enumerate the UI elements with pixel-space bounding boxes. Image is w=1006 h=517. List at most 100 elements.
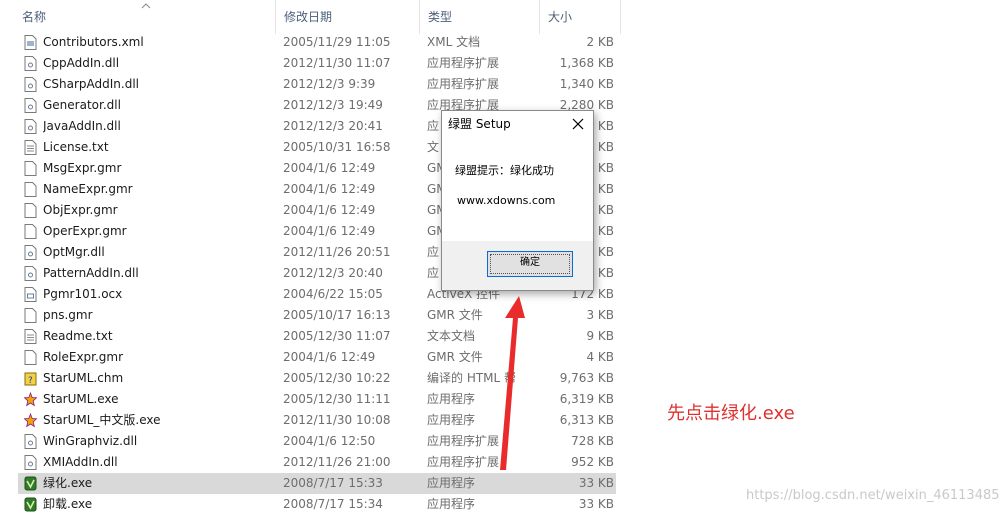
ocx-file-icon: [24, 287, 37, 302]
file-date: 2012/12/3 19:49: [283, 98, 383, 112]
dialog-message: 绿盟提示：绿化成功: [455, 164, 554, 177]
file-row[interactable]: StarUML_中文版.exe 2012/11/30 10:08 应用程序 6,313…: [18, 410, 616, 431]
column-name[interactable]: 名称: [14, 0, 276, 34]
dialog-website: www.xdowns.com: [457, 194, 556, 207]
blank-file-icon: [24, 161, 37, 176]
file-row[interactable]: XMIAddIn.dll 2012/11/26 21:00 应用程序扩展 952 KB: [18, 452, 616, 473]
file-name: JavaAddIn.dll: [43, 119, 121, 133]
file-name: CppAddIn.dll: [43, 56, 120, 70]
dll-file-icon: [24, 455, 37, 470]
file-size: 9 KB: [586, 329, 614, 343]
file-date: 2012/11/26 21:00: [283, 455, 391, 469]
file-size: 1,340 KB: [559, 77, 614, 91]
column-size[interactable]: 大小: [540, 0, 621, 34]
file-size: 6,319 KB: [559, 392, 614, 406]
column-type[interactable]: 类型: [420, 0, 540, 34]
file-date: 2004/1/6 12:50: [283, 434, 376, 448]
file-name: Pgmr101.ocx: [43, 287, 123, 301]
column-date[interactable]: 修改日期: [276, 0, 420, 34]
blank-file-icon: [24, 350, 37, 365]
file-name: StarUML.exe: [43, 392, 119, 406]
file-row[interactable]: WinGraphviz.dll 2004/1/6 12:50 应用程序扩展 728 K…: [18, 431, 616, 452]
file-size: 9,763 KB: [559, 371, 614, 385]
watermark: https://blog.csdn.net/weixin_46113485: [746, 488, 1000, 503]
staruml-exe-icon: [23, 391, 38, 407]
file-row[interactable]: CppAddIn.dll 2012/11/30 11:07 应用程序扩展 1,368 …: [18, 53, 616, 74]
file-name: NameExpr.gmr: [43, 182, 133, 196]
file-row[interactable]: StarUML.exe 2005/12/30 11:11 应用程序 6,319 KB: [18, 389, 616, 410]
file-name: PatternAddIn.dll: [43, 266, 139, 280]
file-date: 2004/1/6 12:49: [283, 161, 376, 175]
xml-file-icon: [24, 35, 37, 50]
dll-file-icon: [24, 119, 37, 134]
text-file-icon: [24, 329, 37, 344]
file-type: 应用程序扩展: [427, 56, 500, 70]
file-row[interactable]: pns.gmr 2005/10/17 16:13 GMR 文件 3 KB: [18, 305, 616, 326]
blank-file-icon: [24, 182, 37, 197]
file-name: Contributors.xml: [43, 35, 144, 49]
file-row[interactable]: Readme.txt 2005/12/30 11:07 文本文档 9 KB: [18, 326, 616, 347]
setup-dialog: 绿盟 Setup 绿盟提示：绿化成功 www.xdowns.com 确定: [441, 110, 594, 291]
file-name: 卸载.exe: [43, 497, 93, 511]
file-row[interactable]: 卸载.exe 2008/7/17 15:34 应用程序 33 KB: [18, 494, 616, 515]
file-date: 2005/12/30 11:11: [283, 392, 391, 406]
file-row[interactable]: CSharpAddIn.dll 2012/12/3 9:39 应用程序扩展 1,340…: [18, 74, 616, 95]
file-type: GMR 文件: [427, 308, 483, 322]
file-date: 2012/12/3 20:41: [283, 119, 383, 133]
file-size: 2 KB: [586, 35, 614, 49]
file-type: 应用程序: [427, 413, 476, 427]
file-size: 952 KB: [571, 455, 614, 469]
ok-button[interactable]: 确定: [487, 251, 573, 277]
dialog-body: 绿盟提示：绿化成功 www.xdowns.com: [442, 138, 593, 241]
dll-file-icon: [24, 98, 37, 113]
file-date: 2012/12/3 20:40: [283, 266, 383, 280]
file-date: 2008/7/17 15:34: [283, 497, 383, 511]
file-row[interactable]: ? StarUML.chm 2005/12/30 10:22 编译的 HTML 帮 9,…: [18, 368, 616, 389]
blank-file-icon: [24, 224, 37, 239]
column-header: 名称 修改日期 类型 大小: [0, 0, 621, 34]
file-row[interactable]: RoleExpr.gmr 2004/1/6 12:49 GMR 文件 4 KB: [18, 347, 616, 368]
file-row[interactable]: Contributors.xml 2005/11/29 11:05 XML 文档 2 …: [18, 32, 616, 53]
staruml-exe-icon: [23, 412, 38, 428]
green-shield-exe-icon: [24, 476, 37, 491]
file-date: 2005/11/29 11:05: [283, 35, 391, 49]
green-shield-exe-icon: [24, 497, 37, 512]
file-name: Readme.txt: [43, 329, 113, 343]
dll-file-icon: [24, 245, 37, 260]
file-size: 1,368 KB: [559, 56, 614, 70]
file-name: Generator.dll: [43, 98, 121, 112]
dll-file-icon: [24, 434, 37, 449]
file-date: 2012/11/30 10:08: [283, 413, 391, 427]
file-name: OperExpr.gmr: [43, 224, 127, 238]
dll-file-icon: [24, 77, 37, 92]
dialog-title: 绿盟 Setup: [448, 117, 511, 131]
instruction-annotation: 先点击绿化.exe: [667, 403, 795, 424]
file-type: 应用程序: [427, 497, 476, 511]
text-file-icon: [24, 140, 37, 155]
dll-file-icon: [24, 266, 37, 281]
file-date: 2005/10/31 16:58: [283, 140, 391, 154]
file-name: RoleExpr.gmr: [43, 350, 124, 364]
dialog-titlebar[interactable]: 绿盟 Setup: [442, 111, 593, 138]
file-date: 2012/11/26 20:51: [283, 245, 391, 259]
chm-file-icon: ?: [24, 371, 37, 386]
file-name: MsgExpr.gmr: [43, 161, 122, 175]
file-size: 4 KB: [586, 350, 614, 364]
file-date: 2008/7/17 15:33: [283, 476, 383, 490]
file-row[interactable]: 绿化.exe 2008/7/17 15:33 应用程序 33 KB: [18, 473, 616, 494]
close-icon[interactable]: [571, 117, 585, 131]
dll-file-icon: [24, 56, 37, 71]
file-type: 编译的 HTML 帮: [427, 371, 517, 385]
file-date: 2004/6/22 15:05: [283, 287, 383, 301]
file-type: 应用程序: [427, 392, 476, 406]
file-size: 33 KB: [578, 476, 614, 490]
svg-text:?: ?: [28, 376, 33, 386]
file-size: 728 KB: [571, 434, 614, 448]
file-name: StarUML.chm: [43, 371, 124, 385]
file-type: 文本文档: [427, 329, 476, 343]
file-type: XML 文档: [427, 35, 481, 49]
file-date: 2004/1/6 12:49: [283, 224, 376, 238]
blank-file-icon: [24, 308, 37, 323]
file-date: 2012/12/3 9:39: [283, 77, 376, 91]
file-name: XMIAddIn.dll: [43, 455, 118, 469]
